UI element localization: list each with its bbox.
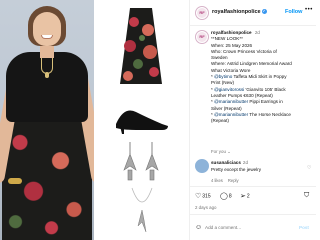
comment-heart-icon[interactable]: ♡: [307, 165, 311, 171]
caption-item-text: The Horse Necklace: [248, 111, 291, 117]
mention-link[interactable]: @gianvitorossi: [214, 87, 244, 92]
avatar-logo: RF: [197, 32, 207, 42]
shares-count: 2: [246, 193, 250, 200]
post-sidebar: RF royalfashionpolice ✓ Follow ••• RF roy…: [189, 0, 316, 240]
post-comment-button[interactable]: Post: [299, 225, 309, 230]
bookmark-button[interactable]: ⛉: [304, 192, 310, 200]
mention-link[interactable]: @mariannibutter: [214, 99, 248, 104]
caption-avatar[interactable]: RF: [195, 30, 209, 44]
commenter-avatar[interactable]: [195, 159, 209, 173]
product-earrings-image: [123, 142, 159, 181]
caption-username[interactable]: royalfashionpolice: [211, 30, 252, 35]
neck: [40, 44, 54, 58]
likes-count: 315: [202, 193, 211, 200]
post-actions: ♡315 ◯8 ➢2 ⛉: [190, 186, 316, 204]
for-you-sort[interactable]: For you ⌄: [211, 149, 231, 155]
instagram-post-modal: › RF royalfashionpolice✓ Follow ••• RF r…: [0, 0, 316, 240]
more-options-icon[interactable]: •••: [305, 7, 313, 13]
author-username-text: royalfashionpolice: [212, 9, 261, 15]
like-button[interactable]: ♡315: [195, 192, 211, 200]
caption-time: 2d: [254, 30, 260, 35]
share-button[interactable]: ➢2: [240, 192, 250, 200]
commenter-username[interactable]: susanaliciacs 2d: [211, 160, 248, 165]
mention-link[interactable]: @bytimo: [214, 74, 232, 79]
share-icon: ➢: [240, 193, 246, 200]
follow-button[interactable]: Follow: [285, 9, 302, 15]
caption-text: royalfashionpolice 2d **NEW LOOK** When:…: [211, 30, 313, 124]
comment-button[interactable]: ◯8: [220, 192, 232, 200]
caption-item-text: 'Gianvito 105' Black: [244, 86, 286, 92]
avatar-logo: RF: [197, 8, 207, 18]
add-comment-bar: ☺ Add a comment... Post: [190, 214, 316, 240]
caption-item: (Repeat): [211, 118, 229, 124]
post-photo[interactable]: [0, 0, 94, 240]
caption-item-text: Taffeta Midi Skirt in Poppy: [232, 74, 287, 80]
product-pump-image: [116, 110, 168, 134]
verified-badge-icon: ✓: [261, 9, 267, 15]
necklace-pendant: [45, 72, 49, 78]
add-comment-input[interactable]: Add a comment...: [205, 225, 241, 230]
emoji-icon[interactable]: ☺: [195, 224, 202, 231]
comments-count: 8: [228, 193, 232, 200]
post-date: 2 days ago: [195, 205, 217, 210]
product-skirt-image: [120, 8, 162, 84]
author-username[interactable]: royalfashionpolice ✓: [212, 9, 267, 15]
post-header: RF royalfashionpolice ✓ Follow •••: [190, 0, 316, 26]
product-collage: ›: [94, 0, 281, 240]
product-necklace-image: [131, 187, 153, 233]
heart-icon: ♡: [195, 193, 202, 200]
comment-bubble-icon: ◯: [220, 193, 228, 200]
author-avatar[interactable]: RF: [195, 6, 209, 20]
comment-likes[interactable]: 4 likes: [211, 178, 223, 183]
comment-meta: 4 likes Reply: [211, 178, 239, 183]
mention-link[interactable]: @mariannibutter: [214, 112, 248, 117]
caption-item-text: Pippi Earrings in: [248, 99, 283, 105]
comment-time: 2d: [242, 160, 249, 165]
commenter-username-text: susanaliciacs: [211, 160, 241, 165]
bracelet: [8, 178, 22, 184]
comment-text: Pretty except the jewelry: [211, 167, 262, 172]
face: [33, 12, 61, 46]
comment-reply-button[interactable]: Reply: [228, 178, 239, 183]
bookmark-icon: ⛉: [304, 192, 310, 199]
